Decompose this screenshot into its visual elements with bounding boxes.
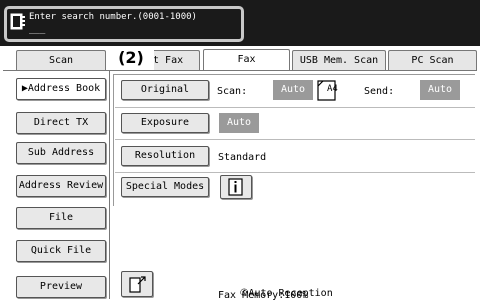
address-book-icon xyxy=(10,13,25,30)
scan-label: Scan: xyxy=(217,86,248,97)
divider xyxy=(109,70,110,299)
search-prompt: Enter search number.(0001-1000) xyxy=(29,12,197,22)
row-divider xyxy=(115,107,475,108)
sub-address-button[interactable]: Sub Address xyxy=(16,142,106,164)
address-review-button[interactable]: Address Review xyxy=(16,175,106,197)
exposure-button[interactable]: Exposure xyxy=(121,113,209,133)
direct-tx-button[interactable]: Direct TX xyxy=(16,112,106,134)
row-divider xyxy=(115,139,475,140)
preview-button[interactable]: Preview xyxy=(16,276,106,298)
file-button[interactable]: File xyxy=(16,207,106,229)
address-book-button[interactable]: ▶Address Book xyxy=(16,78,106,100)
fax-memory-status: Fax Memory:100% xyxy=(218,290,309,301)
special-modes-button[interactable]: Special Modes xyxy=(121,177,209,197)
send-value: Auto xyxy=(420,80,460,100)
tab-fax[interactable]: Fax xyxy=(203,49,290,71)
tab-pc-scan[interactable]: PC Scan xyxy=(388,50,477,70)
exposure-value: Auto xyxy=(219,113,259,133)
info-button[interactable] xyxy=(220,175,252,199)
resolution-value: Standard xyxy=(218,152,267,163)
callout-label: (2) xyxy=(108,46,154,70)
tab-usb-mem-scan[interactable]: USB Mem. Scan xyxy=(292,50,386,70)
scan-value: Auto xyxy=(273,80,313,100)
info-icon xyxy=(228,178,243,196)
search-input[interactable]: ___ xyxy=(29,25,45,35)
send-label: Send: xyxy=(364,86,395,97)
quick-file-button[interactable]: Quick File xyxy=(16,240,106,262)
search-number-box[interactable]: Enter search number.(0001-1000) ___ xyxy=(4,6,244,42)
tab-scan[interactable]: Scan xyxy=(16,50,106,70)
document-arrow-icon xyxy=(129,276,146,293)
resolution-button[interactable]: Resolution xyxy=(121,146,209,166)
original-button[interactable]: Original xyxy=(121,80,209,100)
paper-size: A4 xyxy=(327,84,338,94)
row-divider xyxy=(115,172,475,173)
job-status-button[interactable] xyxy=(121,271,153,297)
